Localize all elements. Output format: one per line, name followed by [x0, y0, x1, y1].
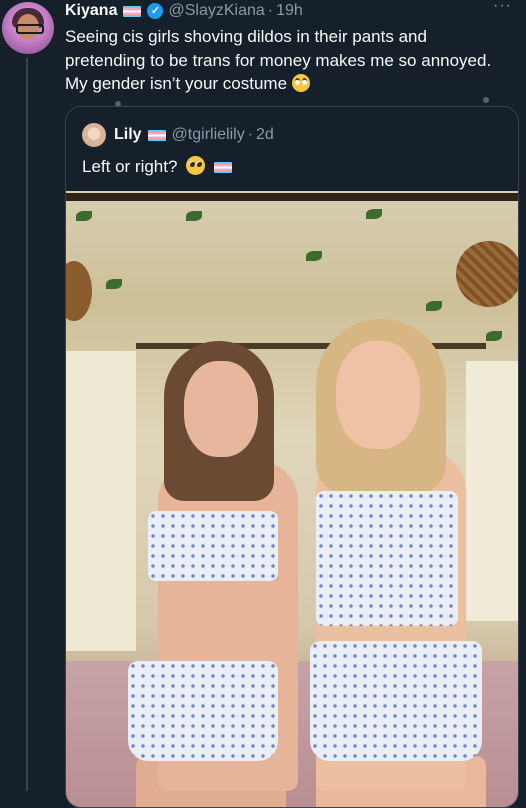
quoted-tweet-body: Left or right?: [82, 157, 178, 176]
quoted-tweet-header: Lily @tgirlielily · 2d: [82, 123, 274, 147]
pleading-face-emoji: [186, 156, 206, 175]
person-left-shorts: [128, 661, 278, 761]
leaf: [106, 279, 122, 289]
quoted-tweet-text: Left or right?: [82, 156, 238, 177]
person-left-face: [184, 361, 258, 457]
author-name[interactable]: Kiyana: [65, 2, 117, 20]
window-right: [466, 361, 518, 621]
more-options-icon[interactable]: ···: [493, 0, 512, 15]
leaf: [426, 301, 442, 311]
face-with-rolling-eyes-emoji: [291, 74, 310, 92]
avatar[interactable]: [2, 2, 54, 54]
separator: ·: [247, 126, 254, 143]
ceiling-beam: [66, 193, 518, 201]
quoted-avatar[interactable]: [82, 123, 106, 147]
separator: ·: [267, 2, 274, 19]
verified-badge-icon: ✓: [147, 3, 164, 19]
hanging-plant-left: [66, 261, 92, 321]
image-anchor-dot-right: [483, 97, 489, 103]
quoted-tweet-card[interactable]: Lily @tgirlielily · 2d Left or right?: [65, 106, 519, 808]
person-right-top: [316, 491, 458, 626]
quoted-author-name[interactable]: Lily: [114, 126, 142, 144]
tweet-photo[interactable]: [66, 191, 518, 807]
hanging-plant-right: [456, 241, 518, 307]
trans-flag-icon: [213, 162, 232, 173]
quoted-timestamp[interactable]: 2d: [256, 126, 274, 144]
person-right-shorts: [310, 641, 482, 761]
leaf: [366, 209, 382, 219]
quoted-author-handle[interactable]: @tgirlielily: [172, 126, 245, 144]
person-left-top: [148, 511, 278, 581]
tweet-text: Seeing cis girls shoving dildos in their…: [65, 25, 495, 96]
leaf: [76, 211, 92, 221]
author-handle[interactable]: @SlayzKiana: [168, 2, 264, 20]
leaf: [186, 211, 202, 221]
thread-line: [26, 58, 28, 791]
leaf: [486, 331, 502, 341]
person-right-face: [336, 341, 420, 449]
tweet-body: Seeing cis girls shoving dildos in their…: [65, 27, 492, 93]
trans-flag-icon: [123, 5, 142, 17]
trans-flag-icon: [147, 129, 166, 141]
leaf: [306, 251, 322, 261]
tweet-header: Kiyana ✓ @SlayzKiana · 19h ···: [65, 0, 512, 21]
window-left: [66, 351, 136, 651]
timestamp[interactable]: 19h: [276, 2, 303, 20]
